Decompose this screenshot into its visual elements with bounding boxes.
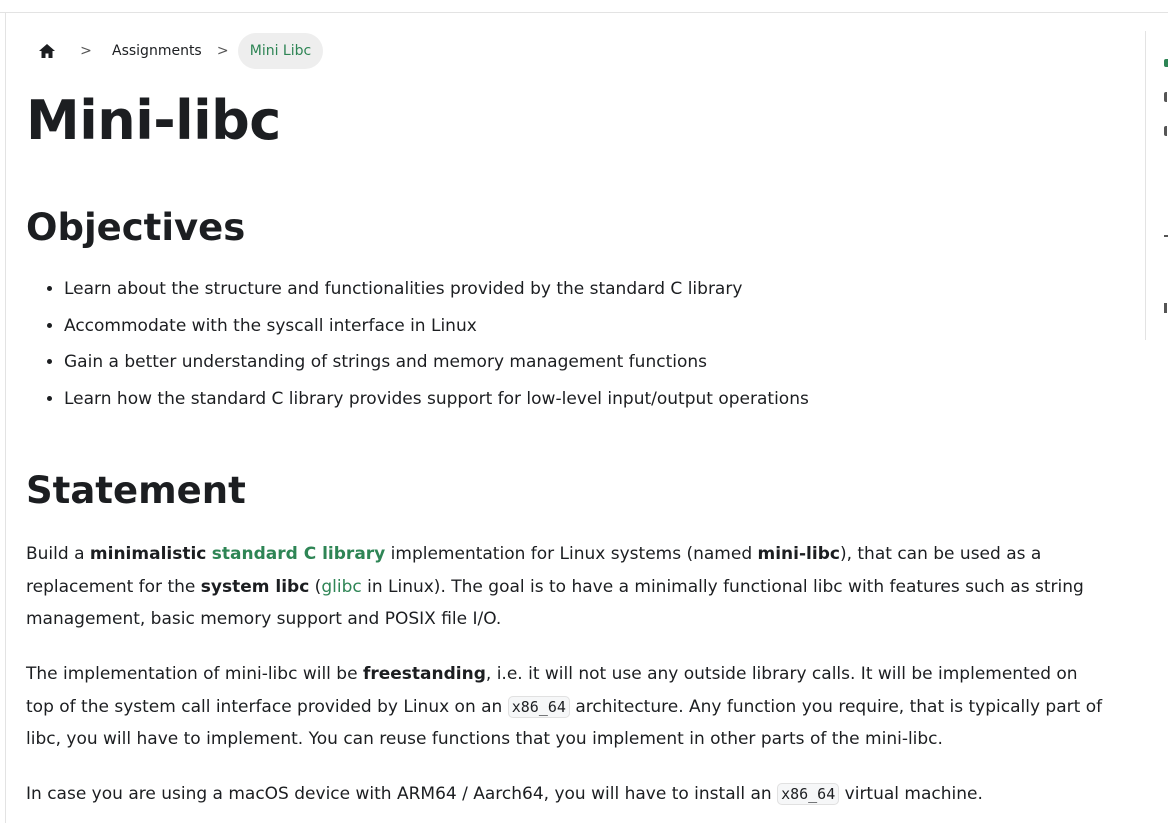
list-item: Learn how the standard C library provide…	[64, 387, 809, 412]
text: Build a	[26, 544, 90, 564]
bold-text: mini-libc	[757, 544, 840, 564]
toc-item-fragment[interactable]	[1164, 303, 1168, 315]
chevron-right-icon: >	[216, 43, 229, 59]
page-title: Mini-libc	[26, 89, 281, 152]
list-item: Learn about the structure and functional…	[64, 277, 809, 302]
list-item: Gain a better understanding of strings a…	[64, 350, 809, 375]
statement-paragraph-1: Build a minimalistic standard C library …	[26, 538, 1106, 636]
statement-paragraph-2: The implementation of mini-libc will be …	[26, 658, 1106, 756]
bold-text: system libc	[200, 576, 310, 597]
statement-heading: Statement	[26, 469, 246, 512]
objectives-heading: Objectives	[26, 206, 246, 249]
text: The implementation of mini-libc will be	[26, 664, 363, 684]
home-icon	[39, 44, 55, 58]
text: (	[309, 576, 322, 597]
standard-c-library-link[interactable]: standard C library	[212, 544, 385, 564]
bold-text: minimalistic	[89, 544, 207, 564]
breadcrumb: > Assignments > Mini Libc	[26, 33, 324, 69]
inline-code: x86_64	[777, 783, 840, 805]
toc-divider	[1145, 31, 1146, 340]
glibc-link[interactable]: glibc	[321, 577, 361, 597]
objectives-list: Learn about the structure and functional…	[26, 277, 809, 423]
bold-text: freestanding	[362, 664, 486, 684]
navbar-edge	[0, 0, 1168, 13]
statement-paragraph-3: In case you are using a macOS device wit…	[26, 778, 1106, 811]
text: virtual machine.	[839, 784, 983, 804]
toc-item-fragment[interactable]	[1164, 126, 1168, 138]
inline-code: x86_64	[507, 695, 570, 718]
chevron-right-icon: >	[80, 43, 92, 59]
text: implementation for Linux systems (named	[385, 544, 758, 564]
toc-item-fragment[interactable]	[1164, 92, 1168, 104]
breadcrumb-home[interactable]	[26, 33, 66, 69]
text: In case you are using a macOS device wit…	[26, 784, 778, 804]
list-item: Accommodate with the syscall interface i…	[64, 314, 809, 339]
breadcrumb-current: Mini Libc	[237, 33, 324, 69]
toc-item-fragment[interactable]	[1164, 230, 1168, 242]
sidebar-divider	[5, 12, 6, 823]
breadcrumb-assignments[interactable]: Assignments	[106, 33, 208, 69]
toc-item-fragment[interactable]	[1164, 57, 1168, 69]
